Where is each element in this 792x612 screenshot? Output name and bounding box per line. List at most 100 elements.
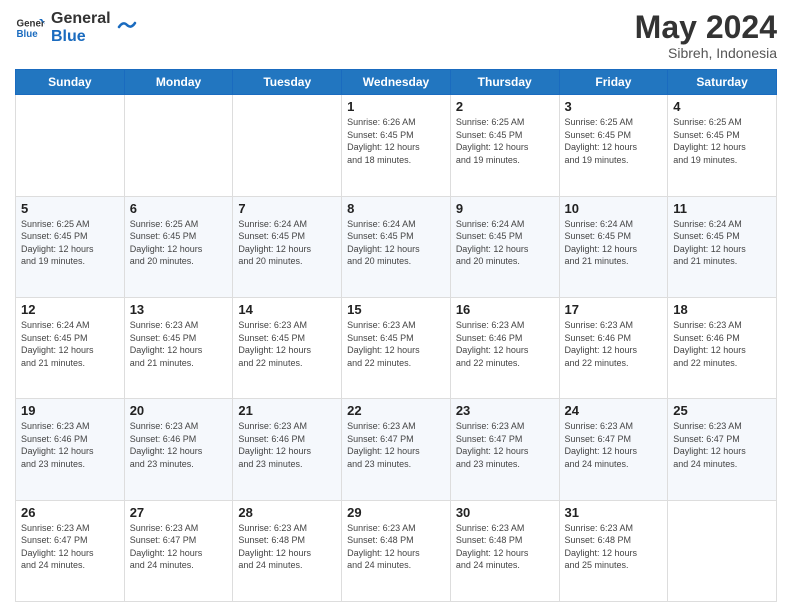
col-saturday: Saturday	[668, 70, 777, 95]
table-row: 30Sunrise: 6:23 AM Sunset: 6:48 PM Dayli…	[450, 500, 559, 601]
day-info: Sunrise: 6:25 AM Sunset: 6:45 PM Dayligh…	[21, 218, 119, 268]
day-info: Sunrise: 6:24 AM Sunset: 6:45 PM Dayligh…	[456, 218, 554, 268]
day-info: Sunrise: 6:24 AM Sunset: 6:45 PM Dayligh…	[565, 218, 663, 268]
table-row: 3 Sunrise: 6:25 AM Sunset: 6:45 PM Daylig…	[559, 95, 668, 196]
day-number: 5	[21, 201, 119, 216]
table-row: 8Sunrise: 6:24 AM Sunset: 6:45 PM Daylig…	[342, 196, 451, 297]
table-row: 21 Sunrise: 6:23 AM Sunset: 6:46 PM Dayli…	[233, 399, 342, 500]
col-thursday: Thursday	[450, 70, 559, 95]
table-row: 23 Sunrise: 6:23 AM Sunset: 6:47 PM Dayli…	[450, 399, 559, 500]
day-info: Sunrise: 6:23 AM Sunset: 6:46 PM Dayligh…	[456, 319, 554, 369]
col-tuesday: Tuesday	[233, 70, 342, 95]
calendar-week-row: 5 Sunrise: 6:25 AM Sunset: 6:45 PM Daylig…	[16, 196, 777, 297]
day-number: 8	[347, 201, 445, 216]
day-number: 22	[347, 403, 445, 418]
day-info: Sunrise: 6:26 AM Sunset: 6:45 PM Dayligh…	[347, 116, 445, 166]
day-number: 11	[673, 201, 771, 216]
table-row: 17 Sunrise: 6:23 AM Sunset: 6:46 PM Dayli…	[559, 297, 668, 398]
day-number: 12	[21, 302, 119, 317]
day-number: 7	[238, 201, 336, 216]
svg-text:Blue: Blue	[17, 29, 39, 40]
day-number: 29	[347, 505, 445, 520]
table-row	[16, 95, 125, 196]
day-info: Sunrise: 6:23 AM Sunset: 6:46 PM Dayligh…	[565, 319, 663, 369]
table-row	[124, 95, 233, 196]
table-row: 16Sunrise: 6:23 AM Sunset: 6:46 PM Dayli…	[450, 297, 559, 398]
col-friday: Friday	[559, 70, 668, 95]
month-year: May 2024	[635, 10, 777, 45]
table-row: 12 Sunrise: 6:24 AM Sunset: 6:45 PM Dayli…	[16, 297, 125, 398]
table-row: 24 Sunrise: 6:23 AM Sunset: 6:47 PM Dayli…	[559, 399, 668, 500]
day-number: 9	[456, 201, 554, 216]
day-number: 4	[673, 99, 771, 114]
table-row	[668, 500, 777, 601]
day-info: Sunrise: 6:23 AM Sunset: 6:47 PM Dayligh…	[347, 420, 445, 470]
day-info: Sunrise: 6:25 AM Sunset: 6:45 PM Dayligh…	[456, 116, 554, 166]
col-wednesday: Wednesday	[342, 70, 451, 95]
day-info: Sunrise: 6:24 AM Sunset: 6:45 PM Dayligh…	[673, 218, 771, 268]
day-info: Sunrise: 6:23 AM Sunset: 6:46 PM Dayligh…	[238, 420, 336, 470]
logo-icon: General Blue	[15, 13, 45, 43]
day-number: 25	[673, 403, 771, 418]
table-row: 4 Sunrise: 6:25 AM Sunset: 6:45 PM Daylig…	[668, 95, 777, 196]
day-number: 20	[130, 403, 228, 418]
day-info: Sunrise: 6:23 AM Sunset: 6:45 PM Dayligh…	[130, 319, 228, 369]
day-info: Sunrise: 6:23 AM Sunset: 6:47 PM Dayligh…	[456, 420, 554, 470]
table-row: 31 Sunrise: 6:23 AM Sunset: 6:48 PM Dayli…	[559, 500, 668, 601]
day-info: Sunrise: 6:23 AM Sunset: 6:45 PM Dayligh…	[238, 319, 336, 369]
day-number: 10	[565, 201, 663, 216]
day-number: 28	[238, 505, 336, 520]
day-number: 1	[347, 99, 445, 114]
table-row: 10 Sunrise: 6:24 AM Sunset: 6:45 PM Dayli…	[559, 196, 668, 297]
day-number: 15	[347, 302, 445, 317]
table-row: 22 Sunrise: 6:23 AM Sunset: 6:47 PM Dayli…	[342, 399, 451, 500]
table-row: 26Sunrise: 6:23 AM Sunset: 6:47 PM Dayli…	[16, 500, 125, 601]
day-number: 6	[130, 201, 228, 216]
logo-wave-icon	[117, 13, 137, 33]
location: Sibreh, Indonesia	[635, 45, 777, 61]
table-row: 9 Sunrise: 6:24 AM Sunset: 6:45 PM Daylig…	[450, 196, 559, 297]
logo-text: General	[51, 10, 111, 28]
table-row: 27Sunrise: 6:23 AM Sunset: 6:47 PM Dayli…	[124, 500, 233, 601]
day-number: 31	[565, 505, 663, 520]
day-number: 14	[238, 302, 336, 317]
calendar-week-row: 19 Sunrise: 6:23 AM Sunset: 6:46 PM Dayli…	[16, 399, 777, 500]
title-block: May 2024 Sibreh, Indonesia	[635, 10, 777, 61]
day-number: 17	[565, 302, 663, 317]
logo: General Blue General Blue	[15, 10, 137, 45]
day-info: Sunrise: 6:23 AM Sunset: 6:47 PM Dayligh…	[565, 420, 663, 470]
table-row: 14 Sunrise: 6:23 AM Sunset: 6:45 PM Dayli…	[233, 297, 342, 398]
day-info: Sunrise: 6:25 AM Sunset: 6:45 PM Dayligh…	[673, 116, 771, 166]
day-number: 3	[565, 99, 663, 114]
table-row: 20 Sunrise: 6:23 AM Sunset: 6:46 PM Dayli…	[124, 399, 233, 500]
day-number: 23	[456, 403, 554, 418]
day-number: 27	[130, 505, 228, 520]
day-info: Sunrise: 6:23 AM Sunset: 6:48 PM Dayligh…	[565, 522, 663, 572]
calendar-table: Sunday Monday Tuesday Wednesday Thursday…	[15, 69, 777, 602]
day-info: Sunrise: 6:23 AM Sunset: 6:47 PM Dayligh…	[21, 522, 119, 572]
day-info: Sunrise: 6:23 AM Sunset: 6:46 PM Dayligh…	[130, 420, 228, 470]
col-monday: Monday	[124, 70, 233, 95]
day-info: Sunrise: 6:23 AM Sunset: 6:48 PM Dayligh…	[456, 522, 554, 572]
day-number: 13	[130, 302, 228, 317]
day-info: Sunrise: 6:23 AM Sunset: 6:46 PM Dayligh…	[21, 420, 119, 470]
table-row: 25Sunrise: 6:23 AM Sunset: 6:47 PM Dayli…	[668, 399, 777, 500]
table-row: 5 Sunrise: 6:25 AM Sunset: 6:45 PM Daylig…	[16, 196, 125, 297]
day-info: Sunrise: 6:23 AM Sunset: 6:48 PM Dayligh…	[347, 522, 445, 572]
table-row: 11 Sunrise: 6:24 AM Sunset: 6:45 PM Dayli…	[668, 196, 777, 297]
day-number: 21	[238, 403, 336, 418]
calendar-week-row: 12 Sunrise: 6:24 AM Sunset: 6:45 PM Dayli…	[16, 297, 777, 398]
day-info: Sunrise: 6:23 AM Sunset: 6:46 PM Dayligh…	[673, 319, 771, 369]
day-info: Sunrise: 6:24 AM Sunset: 6:45 PM Dayligh…	[21, 319, 119, 369]
table-row: 15Sunrise: 6:23 AM Sunset: 6:45 PM Dayli…	[342, 297, 451, 398]
day-number: 24	[565, 403, 663, 418]
table-row: 2Sunrise: 6:25 AM Sunset: 6:45 PM Daylig…	[450, 95, 559, 196]
day-info: Sunrise: 6:25 AM Sunset: 6:45 PM Dayligh…	[565, 116, 663, 166]
calendar-header-row: Sunday Monday Tuesday Wednesday Thursday…	[16, 70, 777, 95]
col-sunday: Sunday	[16, 70, 125, 95]
table-row: 6Sunrise: 6:25 AM Sunset: 6:45 PM Daylig…	[124, 196, 233, 297]
page: General Blue General Blue May 2024 Sibre…	[0, 0, 792, 612]
day-number: 19	[21, 403, 119, 418]
table-row: 19 Sunrise: 6:23 AM Sunset: 6:46 PM Dayli…	[16, 399, 125, 500]
calendar-week-row: 1 Sunrise: 6:26 AM Sunset: 6:45 PM Daylig…	[16, 95, 777, 196]
